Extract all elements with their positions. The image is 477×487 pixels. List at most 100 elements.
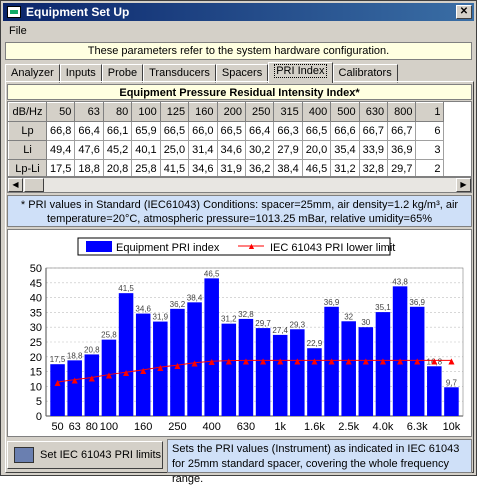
limit-line — [57, 359, 452, 383]
table-cell[interactable]: 2 — [415, 159, 445, 176]
limit-marker: ▲ — [140, 366, 147, 375]
info-banner: These parameters refer to the system har… — [5, 42, 472, 60]
table-cell[interactable]: 66,0 — [188, 121, 218, 141]
tab-pri-index[interactable]: PRI Index — [268, 62, 333, 83]
chart-bar — [341, 321, 356, 416]
chart-icon — [14, 447, 34, 463]
table-cell[interactable]: 47,6 — [74, 140, 104, 160]
close-button[interactable]: ✕ — [456, 5, 472, 19]
set-iec-pri-limits-button[interactable]: Set IEC 61043 PRI limits — [7, 441, 163, 469]
y-tick-label: 35 — [30, 307, 42, 319]
bar-value-label: 41,5 — [118, 284, 134, 293]
table-cell[interactable]: 38,4 — [273, 159, 303, 176]
table-cell[interactable]: 3 — [415, 140, 445, 160]
chart-bar — [118, 293, 134, 416]
table-cell[interactable]: 66,8 — [45, 121, 76, 141]
table-cell[interactable]: 66,5 — [216, 121, 246, 141]
limit-marker: ▲ — [328, 356, 335, 365]
limit-marker: ▲ — [346, 356, 353, 365]
legend-marker-limit: ▲ — [247, 241, 256, 251]
bar-value-label: 35,1 — [375, 303, 391, 312]
limit-marker: ▲ — [226, 357, 233, 366]
scroll-right-button[interactable]: ▶ — [456, 178, 471, 192]
table-cell[interactable]: 66,5 — [301, 121, 332, 141]
freq-header-7: 250 — [244, 102, 275, 122]
scroll-thumb[interactable] — [24, 178, 44, 192]
table-cell[interactable]: 65,9 — [131, 121, 161, 141]
table-cell[interactable]: 46,5 — [301, 159, 332, 176]
table-cell[interactable]: 29,7 — [387, 159, 417, 176]
row-label: Li — [8, 140, 47, 160]
freq-header-4: 125 — [159, 102, 190, 122]
table-cell[interactable]: 6 — [415, 121, 445, 141]
pri-table[interactable]: dB/Hz 50 63 80 100 125 160 200 250 315 400 500 630 8… — [7, 101, 472, 177]
table-cell[interactable]: 49,4 — [45, 140, 76, 160]
bar-value-label: 32,8 — [238, 310, 254, 319]
table-cell[interactable]: 18,8 — [74, 159, 104, 176]
table-cell[interactable]: 31,2 — [330, 159, 360, 176]
x-tick-label: 1.6k — [304, 421, 325, 433]
limit-marker: ▲ — [243, 356, 250, 365]
table-cell[interactable]: 17,5 — [45, 159, 76, 176]
table-cell[interactable]: 40,1 — [131, 140, 161, 160]
limit-marker: ▲ — [209, 357, 216, 366]
table-cell[interactable]: 25,8 — [131, 159, 161, 176]
chart-bar — [67, 360, 82, 416]
app-icon — [7, 6, 21, 18]
table-cell[interactable]: 34,6 — [216, 140, 246, 160]
table-cell[interactable]: 20,8 — [102, 159, 133, 176]
menu-bar: File — [3, 22, 474, 40]
y-tick-label: 30 — [30, 322, 42, 334]
table-cell[interactable]: 36,9 — [387, 140, 417, 160]
y-tick-label: 0 — [36, 411, 42, 423]
table-cell[interactable]: 32,8 — [358, 159, 389, 176]
legend-swatch-pri — [86, 241, 112, 252]
table-cell[interactable]: 66,3 — [273, 121, 303, 141]
table-cell[interactable]: 66,1 — [102, 121, 133, 141]
y-tick-label: 45 — [30, 278, 42, 290]
table-cell[interactable]: 30,2 — [244, 140, 275, 160]
table-cell[interactable]: 66,6 — [330, 121, 360, 141]
table-cell[interactable]: 66,4 — [244, 121, 275, 141]
freq-header-3: 100 — [131, 102, 161, 122]
bar-value-label: 18,8 — [67, 351, 83, 360]
table-cell[interactable]: 66,7 — [387, 121, 417, 141]
table-cell[interactable]: 31,4 — [188, 140, 218, 160]
bar-value-label: 22,9 — [307, 339, 323, 348]
bar-value-label: 34,6 — [135, 305, 151, 314]
y-tick-label: 50 — [30, 263, 42, 275]
table-row: Li 49,4 47,6 45,2 40,1 25,0 31,4 34,6 30,2 27,9 20… — [8, 140, 445, 160]
table-cell[interactable]: 25,0 — [159, 140, 190, 160]
table-cell[interactable]: 36,2 — [244, 159, 275, 176]
limit-marker: ▲ — [294, 356, 301, 365]
table-horizontal-scrollbar[interactable]: ◀ ▶ — [7, 177, 472, 193]
table-cell[interactable]: 33,9 — [358, 140, 389, 160]
table-cell[interactable]: 45,2 — [102, 140, 133, 160]
x-tick-label: 10k — [443, 421, 461, 433]
table-cell[interactable]: 66,7 — [358, 121, 389, 141]
table-cell[interactable]: 35,4 — [330, 140, 360, 160]
chart-bar — [221, 323, 237, 416]
bar-value-label: 31,9 — [153, 313, 169, 322]
chart-bar — [84, 354, 100, 416]
table-row: Lp-Li 17,5 18,8 20,8 25,8 41,5 34,6 31,9 36,2 38,… — [8, 159, 445, 176]
bar-value-label: 20,8 — [84, 345, 100, 354]
bar-value-label: 30 — [361, 318, 370, 327]
table-cell[interactable]: 31,9 — [216, 159, 246, 176]
table-cell[interactable]: 27,9 — [273, 140, 303, 160]
title-bar: Equipment Set Up ✕ — [3, 3, 474, 21]
limit-marker: ▲ — [174, 361, 181, 370]
table-cell[interactable]: 66,4 — [74, 121, 104, 141]
menu-file[interactable]: File — [9, 25, 27, 37]
scroll-left-button[interactable]: ◀ — [8, 178, 23, 192]
bar-value-label: 9,7 — [446, 378, 458, 387]
table-cell[interactable]: 34,6 — [188, 159, 218, 176]
table-row: Lp 66,8 66,4 66,1 65,9 66,5 66,0 66,5 66,4 66,3 66… — [8, 121, 445, 141]
table-cell[interactable]: 41,5 — [159, 159, 190, 176]
bottom-bar: Set IEC 61043 PRI limits Sets the PRI va… — [7, 439, 472, 485]
x-tick-label: 4.0k — [373, 421, 394, 433]
table-cell[interactable]: 66,5 — [159, 121, 190, 141]
y-tick-label: 20 — [30, 352, 42, 364]
chart-bar — [238, 318, 254, 416]
table-cell[interactable]: 20,0 — [301, 140, 332, 160]
